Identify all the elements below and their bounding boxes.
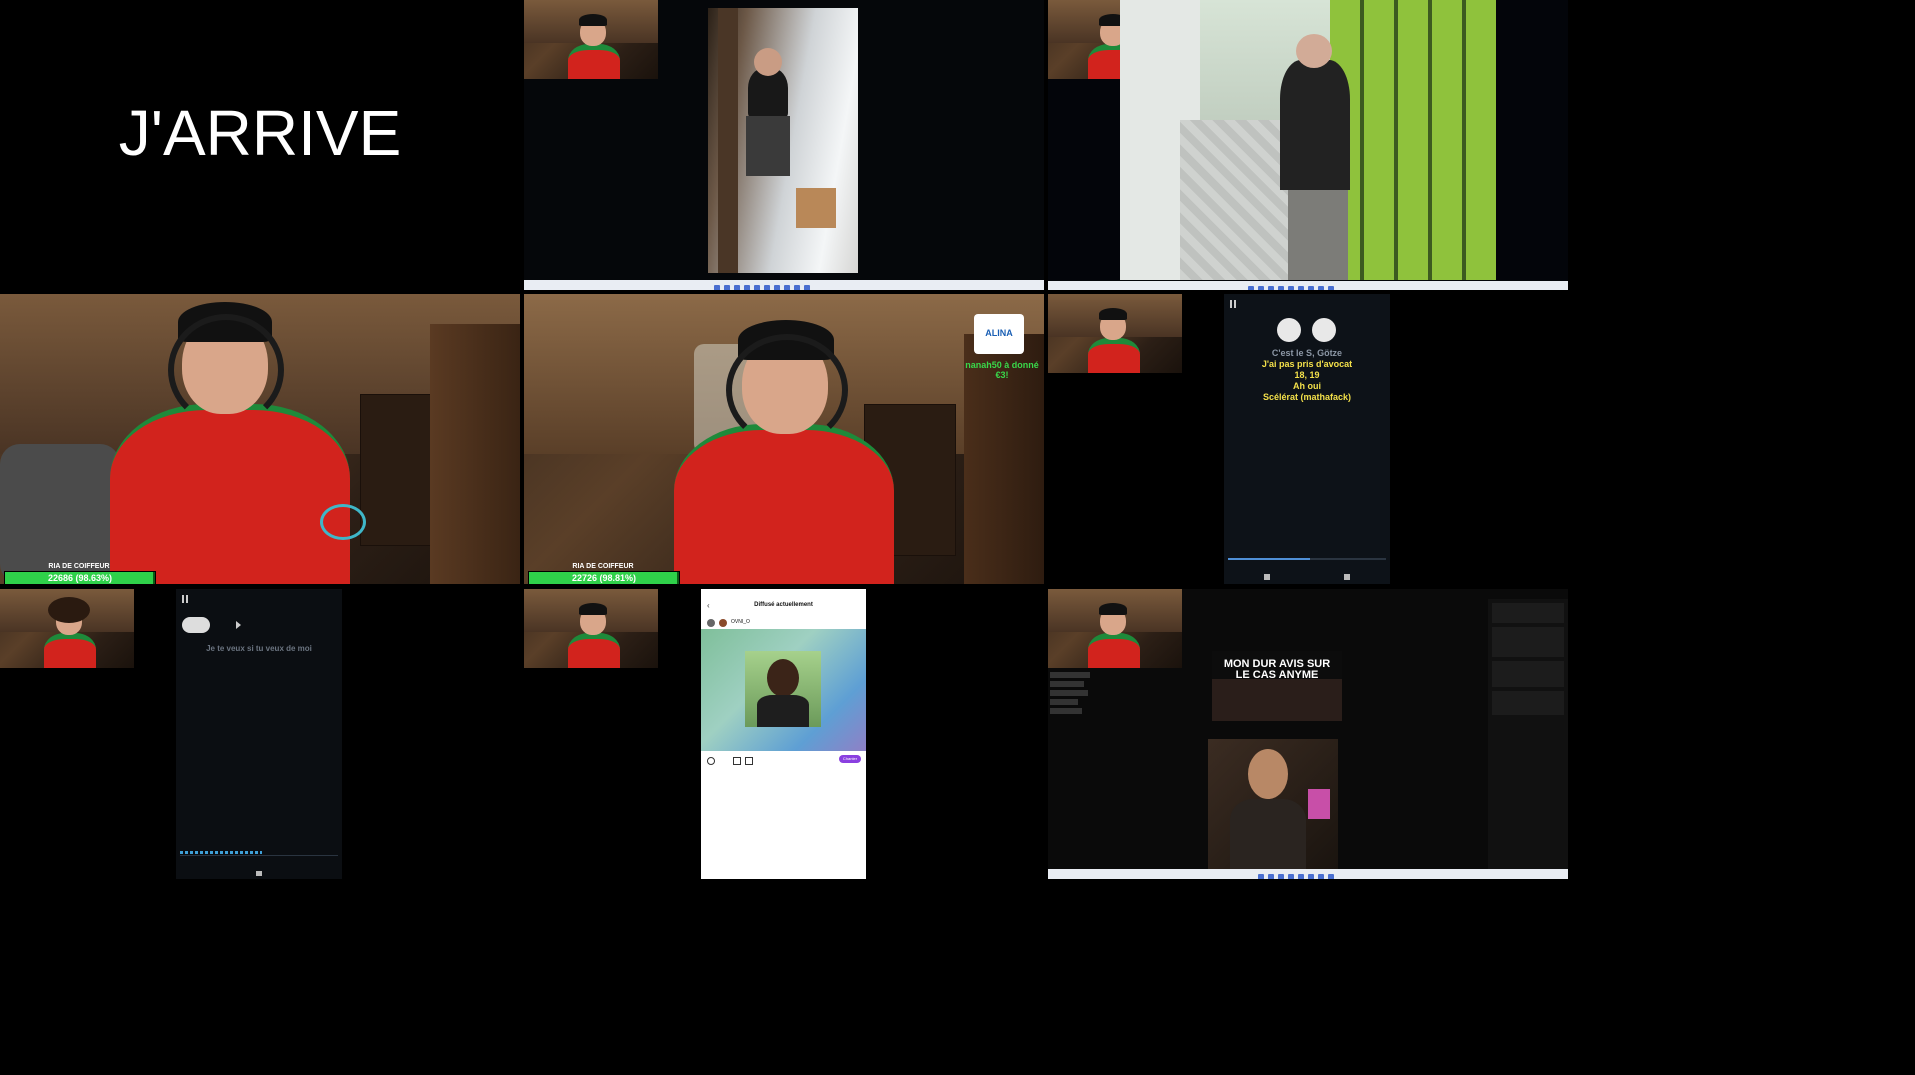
lyric-line: J'ai pas pris d'avocat bbox=[1261, 359, 1353, 369]
webcam-feed bbox=[0, 294, 520, 584]
video-thumbnail[interactable]: MON DUR AVIS SUR LE CAS ANYME bbox=[1212, 651, 1342, 721]
tile-mirror-selfie bbox=[524, 0, 1044, 290]
webcam-feed bbox=[524, 294, 1044, 584]
hp-bar-label: RIA DE COIFFEUR bbox=[572, 563, 634, 570]
webcam-thumbnail bbox=[1048, 589, 1182, 668]
lyrics-player-panel: C'est le S, Götze J'ai pas pris d'avocat… bbox=[1224, 294, 1390, 584]
post-image bbox=[701, 629, 866, 751]
sidebar-item[interactable] bbox=[1050, 699, 1078, 705]
share-icon[interactable] bbox=[745, 757, 753, 765]
photo-mirror-selfie bbox=[708, 8, 858, 273]
tile-lyrics-player: C'est le S, Götze J'ai pas pris d'avocat… bbox=[1048, 294, 1568, 584]
lyric-line: 18, 19 bbox=[1294, 370, 1320, 380]
karaoke-panel: Je te veux si tu veux de moi bbox=[176, 589, 342, 879]
comment-item bbox=[1492, 627, 1564, 657]
volume-icon[interactable] bbox=[256, 871, 262, 876]
webcam-thumbnail bbox=[524, 589, 658, 668]
playback-progress-bar[interactable] bbox=[180, 855, 338, 856]
hp-bar-value: 22686 (98.63%) bbox=[47, 573, 113, 583]
volume-icon[interactable] bbox=[1264, 574, 1270, 580]
avatar bbox=[719, 619, 727, 627]
tile-instagram-post: ‹ Diffusé actuellement OVNI_O Chanter bbox=[524, 589, 1044, 879]
playback-progress-bar[interactable] bbox=[1228, 558, 1386, 560]
tile-karaoke: Je te veux si tu veux de moi bbox=[0, 589, 520, 879]
lyric-line: Ah oui bbox=[1293, 381, 1321, 391]
sidebar-item[interactable] bbox=[1050, 708, 1082, 714]
social-post-panel: ‹ Diffusé actuellement OVNI_O Chanter bbox=[701, 589, 866, 879]
windows-taskbar bbox=[1048, 281, 1568, 290]
panel-header: Diffusé actuellement bbox=[754, 602, 813, 608]
avatar bbox=[707, 619, 715, 627]
video-thumbnail[interactable] bbox=[1208, 739, 1338, 869]
sidebar-item[interactable] bbox=[1050, 672, 1090, 678]
avatar bbox=[1312, 318, 1336, 342]
hp-bar-value: 22726 (98.81%) bbox=[571, 573, 637, 583]
comment-item bbox=[1492, 661, 1564, 687]
sidebar-nav bbox=[1050, 669, 1110, 799]
audio-waveform bbox=[180, 851, 262, 854]
tile-corridor-photo bbox=[1048, 0, 1568, 290]
comment-item bbox=[1492, 691, 1564, 715]
play-icon[interactable] bbox=[236, 621, 241, 629]
sidebar-item[interactable] bbox=[1050, 690, 1088, 696]
pause-icon[interactable] bbox=[1230, 300, 1236, 308]
webcam-thumbnail bbox=[0, 589, 134, 668]
webcam-thumbnail bbox=[1048, 294, 1182, 373]
shuffle-icon[interactable] bbox=[1344, 574, 1350, 580]
donation-alert-logo: ALINA bbox=[974, 314, 1024, 354]
pause-icon[interactable] bbox=[182, 595, 188, 603]
lyric-line: C'est le S, Götze bbox=[1271, 348, 1343, 358]
lyric-line: Je te veux si tu veux de moi bbox=[206, 644, 312, 653]
donation-alert-text: nanah50 à donné €3! bbox=[965, 360, 1039, 380]
tile-jarrive: J'ARRIVE bbox=[0, 0, 520, 290]
photo-corridor bbox=[1120, 0, 1496, 280]
sidebar-item[interactable] bbox=[1050, 681, 1084, 687]
tile-webcam-donation: ALINA nanah50 à donné €3! RIA DE COIFFEU… bbox=[524, 294, 1044, 584]
hp-bar-label: RIA DE COIFFEUR bbox=[48, 563, 110, 570]
sing-button[interactable]: Chanter bbox=[839, 755, 861, 763]
hp-bar: 22686 (98.63%) bbox=[4, 571, 156, 584]
tile-video-page: MON DUR AVIS SUR LE CAS ANYME bbox=[1048, 589, 1568, 879]
like-icon[interactable] bbox=[707, 757, 715, 765]
comment-icon[interactable] bbox=[733, 757, 741, 765]
video-thumbnail-title: MON DUR AVIS SUR LE CAS ANYME bbox=[1223, 658, 1331, 681]
avatar bbox=[182, 617, 210, 633]
webcam-thumbnail bbox=[524, 0, 658, 79]
post-username[interactable]: OVNI_O bbox=[731, 619, 750, 625]
comment-item bbox=[1492, 603, 1564, 623]
comments-panel bbox=[1488, 599, 1568, 869]
jarrive-text: J'ARRIVE bbox=[118, 97, 402, 169]
avatar bbox=[1277, 318, 1301, 342]
donation-logo-text: ALINA bbox=[985, 328, 1013, 338]
windows-taskbar bbox=[524, 280, 1044, 290]
tile-webcam-scissors: RIA DE COIFFEUR 22686 (98.63%) bbox=[0, 294, 520, 584]
lyric-line: Scélérat (mathafack) bbox=[1262, 392, 1352, 402]
hp-bar: 22726 (98.81%) bbox=[528, 571, 680, 584]
windows-taskbar bbox=[1048, 869, 1568, 879]
